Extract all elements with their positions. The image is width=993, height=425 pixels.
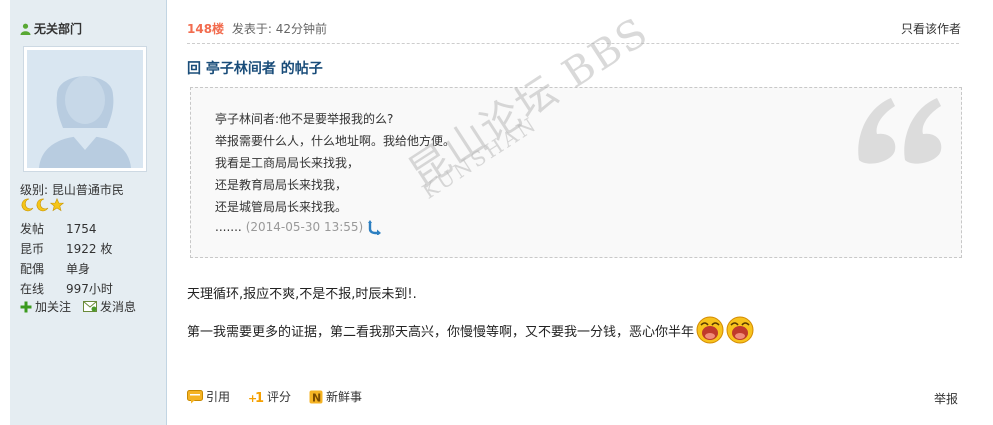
stat-label: 昆币 [20, 242, 45, 256]
stat-value: 1754 [66, 222, 97, 236]
stat-value: 997小时 [66, 282, 113, 296]
post-content: 148楼 发表于: 42分钟前 只看该作者 回 亭子林间者 的帖子 亭子林间者:… [168, 0, 993, 425]
username[interactable]: 无关部门 [20, 20, 82, 37]
quote-button[interactable]: 引用 [187, 388, 230, 405]
only-author-link[interactable]: 只看该作者 [901, 20, 961, 37]
quote-footer: ....... (2014-05-30 13:55) [215, 219, 383, 235]
quote-block: 亭子林间者:他不是要举报我的么? 举报需要什么人，什么地址啊。我给他方便。 我看… [190, 87, 962, 258]
user-online-icon [20, 23, 31, 35]
username-text: 无关部门 [34, 22, 83, 36]
user-actions: 加关注 发消息 [20, 298, 136, 315]
user-stats: 发帖 1754 昆币 1922 枚 配偶 单身 在线 997小时 [20, 219, 113, 299]
quotation-mark-icon [858, 98, 942, 164]
quote-time: (2014-05-30 13:55) [245, 220, 364, 234]
stat-value: 单身 [66, 262, 91, 276]
user-sidebar: 无关部门 级别: 昆山普通市民 发帖 1754 昆币 1922 枚 配偶 单身 在线 9… [10, 0, 167, 425]
svg-text:N: N [312, 391, 321, 404]
jump-to-post-icon[interactable] [367, 219, 383, 235]
stat-online: 在线 997小时 [20, 279, 113, 299]
stat-value: 1922 枚 [66, 242, 113, 256]
post-time: 发表于: 42分钟前 [231, 22, 328, 36]
quote-line: 亭子林间者:他不是要举报我的么? [215, 112, 394, 126]
quote-label: 引用 [206, 390, 231, 404]
report-link[interactable]: 举报 [934, 390, 958, 407]
plus-icon [20, 301, 32, 312]
message-label: 发消息 [100, 300, 137, 314]
envelope-icon [83, 301, 98, 312]
stat-label: 在线 [20, 282, 45, 296]
post-meta: 148楼 发表于: 42分钟前 [187, 20, 327, 37]
rank-moons [20, 198, 64, 212]
post-body-line: 天理循环,报应不爽,不是不报,时辰未到!. [187, 287, 417, 302]
crying-laugh-emoji-icon [726, 316, 754, 344]
avatar[interactable] [23, 46, 147, 172]
user-level: 级别: 昆山普通市民 [20, 183, 124, 197]
quote-line: 我看是工商局局长来找我， [215, 156, 360, 170]
svg-text:1: 1 [255, 391, 264, 404]
n-badge-icon: N [309, 390, 323, 404]
quote-line: 还是教育局局长来找我， [215, 178, 348, 192]
post-title: 回 亭子林间者 的帖子 [187, 61, 323, 77]
news-label: 新鲜事 [326, 390, 363, 404]
moon-icon [21, 198, 34, 212]
rate-label: 评分 [267, 390, 292, 404]
post-toolbar: 引用 +1 评分 N 新鲜事 [187, 388, 362, 405]
stat-posts: 发帖 1754 [20, 219, 113, 239]
stat-coins: 昆币 1922 枚 [20, 239, 113, 259]
floor-number[interactable]: 148楼 [187, 22, 224, 36]
rate-button[interactable]: +1 评分 [248, 388, 291, 405]
stat-label: 发帖 [20, 222, 45, 236]
plus-one-icon: +1 [248, 391, 264, 404]
post-body-text: 第一我需要更多的证据，第二看我那天高兴，你慢慢等啊，又不要我一分钱，恶心你半年 [187, 324, 695, 340]
quote-bubble-icon [187, 389, 203, 403]
default-avatar-icon [27, 50, 143, 168]
star-icon [50, 198, 64, 212]
crying-laugh-emoji-icon [696, 316, 724, 344]
share-news-button[interactable]: N 新鲜事 [309, 388, 362, 405]
quote-dots: ....... [215, 220, 242, 234]
stat-spouse: 配偶 单身 [20, 259, 113, 279]
stat-label: 配偶 [20, 262, 45, 276]
follow-label: 加关注 [35, 300, 72, 314]
send-message-button[interactable]: 发消息 [83, 298, 136, 315]
follow-button[interactable]: 加关注 [20, 298, 71, 315]
moon-icon [36, 198, 49, 212]
quote-line: 还是城管局局长来找我。 [215, 200, 348, 214]
post-body-line: 第一我需要更多的证据，第二看我那天高兴，你慢慢等啊，又不要我一分钱，恶心你半年 [187, 316, 754, 344]
